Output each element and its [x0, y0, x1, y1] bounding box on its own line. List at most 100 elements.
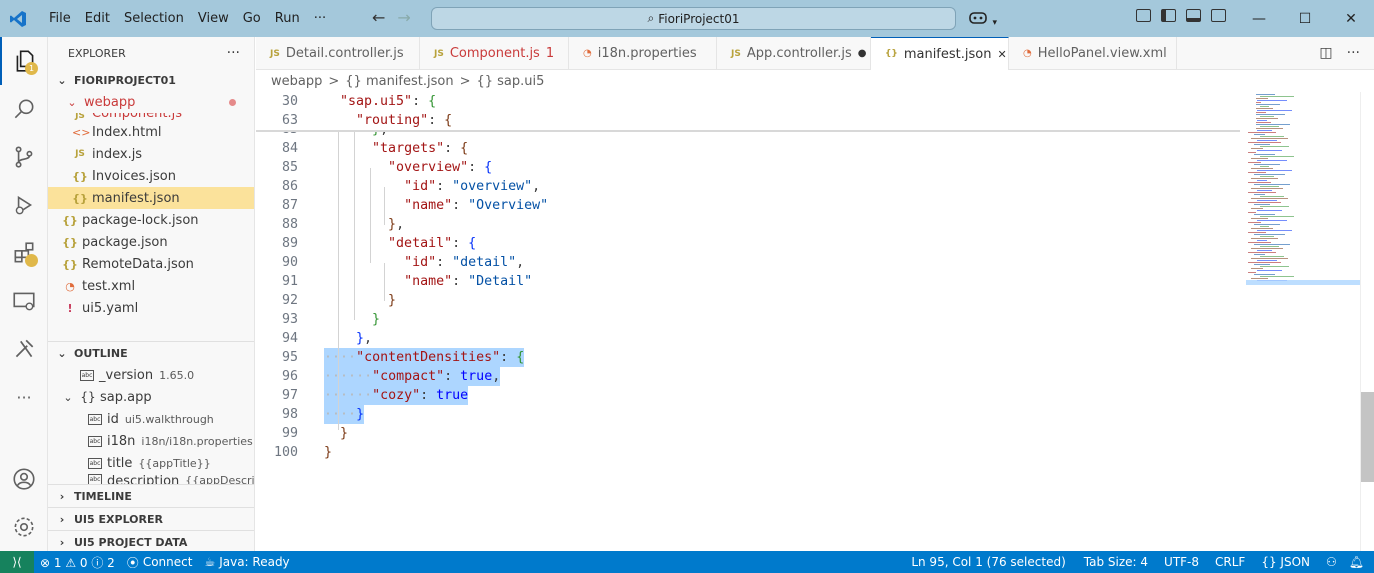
- split-editor-icon[interactable]: ◫: [1319, 45, 1332, 61]
- breadcrumb-symbol[interactable]: {} sap.ui5: [476, 74, 544, 89]
- search-icon[interactable]: [0, 85, 48, 133]
- more-views-icon[interactable]: ···: [0, 373, 48, 421]
- close-window-icon[interactable]: ✕: [1328, 0, 1374, 37]
- status-tab-size[interactable]: Tab Size: 4: [1078, 555, 1158, 569]
- outline-item-sapapp[interactable]: ⌄ {} sap.app: [48, 386, 254, 408]
- code-line: 97 ······"cozy": true: [256, 386, 1256, 405]
- menu-go[interactable]: Go: [236, 11, 268, 26]
- breadcrumb-file[interactable]: {} manifest.json: [345, 74, 453, 89]
- menu-file[interactable]: File: [42, 11, 78, 26]
- status-eol[interactable]: CRLF: [1209, 555, 1255, 569]
- minimize-icon[interactable]: —: [1236, 0, 1282, 37]
- file-invoices-json[interactable]: {} Invoices.json: [48, 165, 254, 187]
- line-number: 63: [281, 113, 298, 128]
- file-component-js[interactable]: JS Component.js: [48, 113, 254, 121]
- command-center-search[interactable]: ⌕ FioriProject01: [431, 7, 956, 30]
- minimap[interactable]: [1246, 92, 1360, 292]
- more-actions-icon[interactable]: ···: [1347, 45, 1360, 61]
- outline-item-i18n[interactable]: abc i18n i18n/i18n.properties: [48, 430, 254, 452]
- line-code: "name": "Overview": [404, 198, 549, 213]
- tab-label: Detail.controller.js: [285, 46, 404, 61]
- status-problems[interactable]: ⊗ 1 ⚠ 0 ⓘ 2: [34, 554, 121, 571]
- outline-header[interactable]: ⌄ OUTLINE: [48, 342, 254, 364]
- menu-run[interactable]: Run: [268, 11, 307, 26]
- explorer-icon[interactable]: 1: [0, 37, 48, 85]
- status-language[interactable]: {} JSON: [1255, 555, 1320, 569]
- status-cursor-position[interactable]: Ln 95, Col 1 (76 selected): [905, 555, 1077, 569]
- folder-webapp[interactable]: ⌄ webapp: [48, 91, 254, 113]
- minimap-line: [1257, 120, 1267, 121]
- file-package-lock-json[interactable]: {} package-lock.json: [48, 209, 254, 231]
- tools-icon[interactable]: [0, 325, 48, 373]
- copilot-icon[interactable]: ▾: [968, 9, 997, 29]
- file-remotedata-json[interactable]: {} RemoteData.json: [48, 253, 254, 275]
- line-number: 95: [281, 350, 298, 365]
- breadcrumb: webapp > {} manifest.json > {} sap.ui5: [256, 70, 1374, 92]
- menu-view[interactable]: View: [191, 11, 236, 26]
- source-control-icon[interactable]: [0, 133, 48, 181]
- remote-indicator-icon[interactable]: ⟩⟨: [0, 551, 34, 573]
- project-name: FIORIPROJECT01: [74, 73, 176, 87]
- tab-manifest-json[interactable]: {} manifest.json ✕: [871, 37, 1009, 70]
- explorer-more-icon[interactable]: ···: [227, 45, 240, 61]
- code-editor[interactable]: 83 },84 "targets": {85 "overview": {86 "…: [256, 92, 1360, 551]
- scrollbar-thumb[interactable]: [1361, 392, 1374, 482]
- toggle-secondary-sidebar-icon[interactable]: [1211, 9, 1226, 22]
- panel-ui5-explorer[interactable]: › UI5 EXPLORER: [48, 508, 254, 530]
- toggle-panel-icon[interactable]: [1186, 9, 1201, 22]
- file-manifest-json[interactable]: {} manifest.json: [48, 187, 254, 209]
- menu-edit[interactable]: Edit: [78, 11, 117, 26]
- tab-i18n-properties[interactable]: ◔ i18n.properties: [569, 37, 717, 70]
- maximize-icon[interactable]: ☐: [1282, 0, 1328, 37]
- file-test-xml[interactable]: ◔ test.xml: [48, 275, 254, 297]
- project-folder[interactable]: ⌄ FIORIPROJECT01: [48, 69, 254, 91]
- close-icon[interactable]: ✕: [997, 48, 1006, 61]
- status-connect[interactable]: ⦿ Connect: [121, 554, 199, 571]
- code-line: 96 ······"compact": true,: [256, 367, 1256, 386]
- outline-item-description[interactable]: abc description {{appDescript: [48, 474, 254, 484]
- outline-item-version[interactable]: abc _version 1.65.0: [48, 364, 254, 386]
- line-number: 85: [281, 160, 298, 175]
- chevron-down-icon: ⌄: [57, 73, 67, 87]
- forward-arrow-icon[interactable]: →: [397, 8, 410, 27]
- notifications-bell-icon[interactable]: 🔔︎: [1343, 555, 1374, 569]
- unsaved-dot-icon[interactable]: ●: [858, 48, 867, 59]
- customize-layout-icon[interactable]: [1136, 9, 1151, 22]
- breadcrumb-folder[interactable]: webapp: [271, 74, 322, 89]
- status-java[interactable]: ☕ Java: Ready: [198, 555, 295, 569]
- settings-gear-icon[interactable]: [0, 503, 48, 551]
- extensions-icon[interactable]: [0, 229, 48, 277]
- tab-detail-controller[interactable]: JS Detail.controller.js: [256, 37, 420, 70]
- code-line: 92 }: [256, 291, 1256, 310]
- tab-component-js[interactable]: JS Component.js 1: [420, 37, 569, 70]
- code-line: 99 }: [256, 424, 1256, 443]
- outline-item-id[interactable]: abc id ui5.walkthrough: [48, 408, 254, 430]
- toggle-sidebar-icon[interactable]: [1161, 9, 1176, 22]
- run-debug-icon[interactable]: [0, 181, 48, 229]
- line-code: ····"contentDensities": {: [324, 348, 525, 367]
- tab-app-controller[interactable]: JS App.controller.js ●: [717, 37, 871, 70]
- minimap-line: [1248, 132, 1276, 133]
- status-encoding[interactable]: UTF-8: [1158, 555, 1209, 569]
- minimap-line: [1248, 142, 1281, 143]
- panel-timeline[interactable]: › TIMELINE: [48, 485, 254, 507]
- minimap-line: [1254, 114, 1285, 115]
- outline-key: sap.app: [100, 389, 152, 405]
- tab-hellopanel-view[interactable]: ◔ HelloPanel.view.xml: [1009, 37, 1177, 70]
- remote-explorer-icon[interactable]: [0, 277, 48, 325]
- line-code: ····}: [324, 405, 365, 424]
- panel-ui5-project-data[interactable]: › UI5 PROJECT DATA: [48, 531, 254, 551]
- file-index-html[interactable]: <> Index.html: [48, 121, 254, 143]
- menu-selection[interactable]: Selection: [117, 11, 191, 26]
- file-ui5-yaml[interactable]: ! ui5.yaml: [48, 297, 254, 319]
- menu-more[interactable]: ···: [307, 11, 333, 26]
- accounts-icon[interactable]: [0, 455, 48, 503]
- modified-dot-icon: [229, 98, 236, 106]
- minimap-line: [1260, 236, 1274, 237]
- file-package-json[interactable]: {} package.json: [48, 231, 254, 253]
- editor-scrollbar[interactable]: [1360, 92, 1374, 551]
- copilot-status-icon[interactable]: ⚇: [1320, 555, 1343, 569]
- outline-item-title[interactable]: abc title {{appTitle}}: [48, 452, 254, 474]
- back-arrow-icon[interactable]: ←: [372, 8, 385, 27]
- file-index-js[interactable]: JS index.js: [48, 143, 254, 165]
